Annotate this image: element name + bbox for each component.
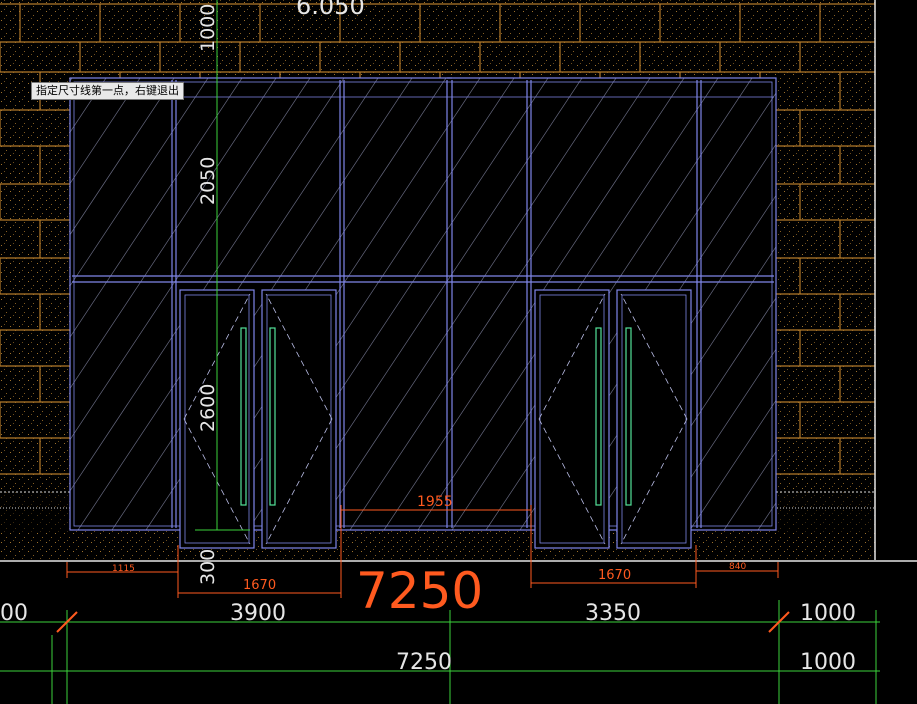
dim-3350: 3350 <box>585 601 641 626</box>
elevation-label: 6.050 <box>296 0 365 20</box>
dim-1670-left: 1670 <box>243 578 276 593</box>
dim-7250: 7250 <box>396 650 452 675</box>
dim-clip-left: 00 <box>0 601 28 626</box>
total-dim-7250-large: 7250 <box>356 562 483 620</box>
dim-1000-row2: 1000 <box>800 650 856 675</box>
dim-840: 840 <box>729 562 746 572</box>
command-tooltip: 指定尺寸线第一点，右键退出 <box>31 82 184 100</box>
elevation-drawing[interactable]: 6.050 1000 2050 2600 300 1115 1670 1955 … <box>0 0 917 704</box>
cad-viewport[interactable]: 6.050 1000 2050 2600 300 1115 1670 1955 … <box>0 0 917 704</box>
dim-300-vertical: 300 <box>197 549 219 585</box>
dim-1000-vertical: 1000 <box>197 4 219 52</box>
dim-1670-right: 1670 <box>598 568 631 583</box>
dim-1115: 1115 <box>112 564 135 574</box>
dim-2050-vertical: 2050 <box>197 157 219 205</box>
dim-1000-row1: 1000 <box>800 601 856 626</box>
dim-1955: 1955 <box>417 494 453 510</box>
dim-2600-vertical: 2600 <box>197 384 219 432</box>
dim-3900: 3900 <box>230 601 286 626</box>
